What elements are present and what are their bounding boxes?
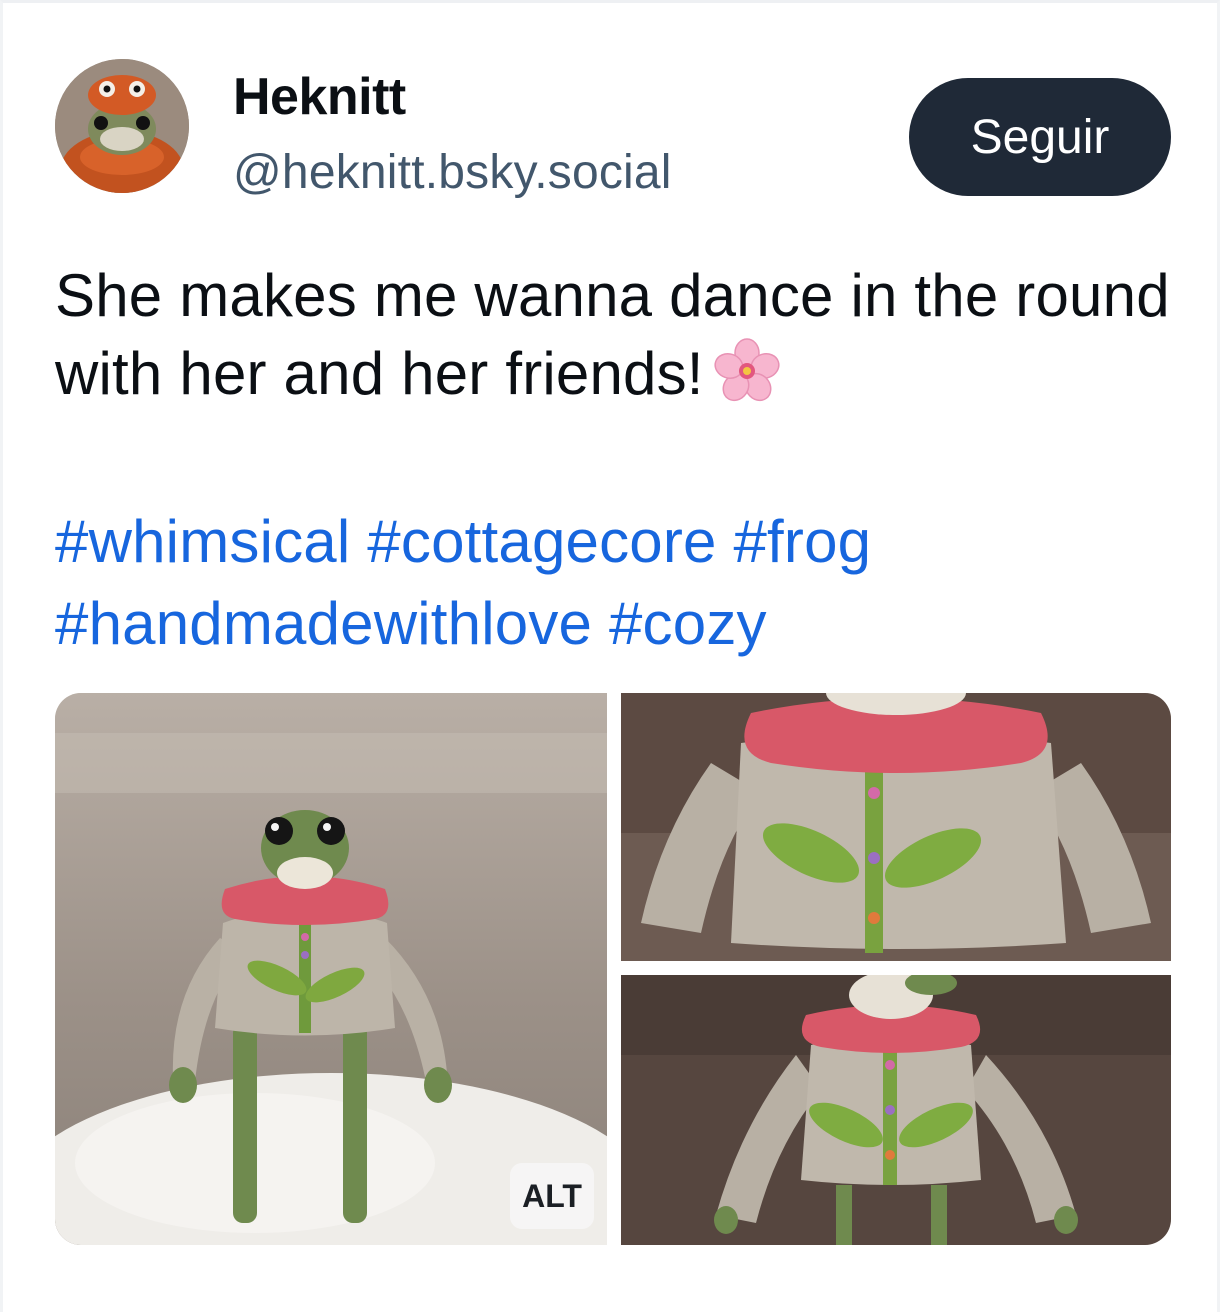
hashtag-cozy[interactable]: #cozy bbox=[609, 590, 767, 657]
author-handle[interactable]: @heknitt.bsky.social bbox=[233, 145, 672, 200]
sweater-closeup-photo bbox=[621, 693, 1171, 961]
follow-button[interactable]: Seguir bbox=[909, 78, 1171, 196]
avatar[interactable] bbox=[55, 59, 189, 193]
image-gallery: ALT bbox=[55, 693, 1171, 1245]
post-image-3[interactable] bbox=[621, 975, 1171, 1245]
knitted-frog-avatar-icon bbox=[55, 59, 189, 193]
cherry-blossom-icon bbox=[714, 338, 780, 402]
hashtag-frog[interactable]: #frog bbox=[733, 508, 871, 575]
hashtag-cottagecore[interactable]: #cottagecore bbox=[367, 508, 716, 575]
sweater-front-photo bbox=[621, 975, 1171, 1245]
post-text: She makes me wanna dance in the round wi… bbox=[55, 257, 1175, 413]
post-image-1[interactable]: ALT bbox=[55, 693, 607, 1245]
post-body: She makes me wanna dance in the round wi… bbox=[55, 262, 1170, 407]
hashtag-whimsical[interactable]: #whimsical bbox=[55, 508, 350, 575]
post-card: Heknitt @heknitt.bsky.social Seguir She … bbox=[0, 0, 1220, 1312]
alt-text-button[interactable]: ALT bbox=[510, 1163, 594, 1229]
author-display-name[interactable]: Heknitt bbox=[233, 67, 406, 127]
hashtag-list: #whimsical #cottagecore #frog #handmadew… bbox=[55, 501, 1175, 665]
hashtag-handmadewithlove[interactable]: #handmadewithlove bbox=[55, 590, 592, 657]
post-image-2[interactable] bbox=[621, 693, 1171, 961]
